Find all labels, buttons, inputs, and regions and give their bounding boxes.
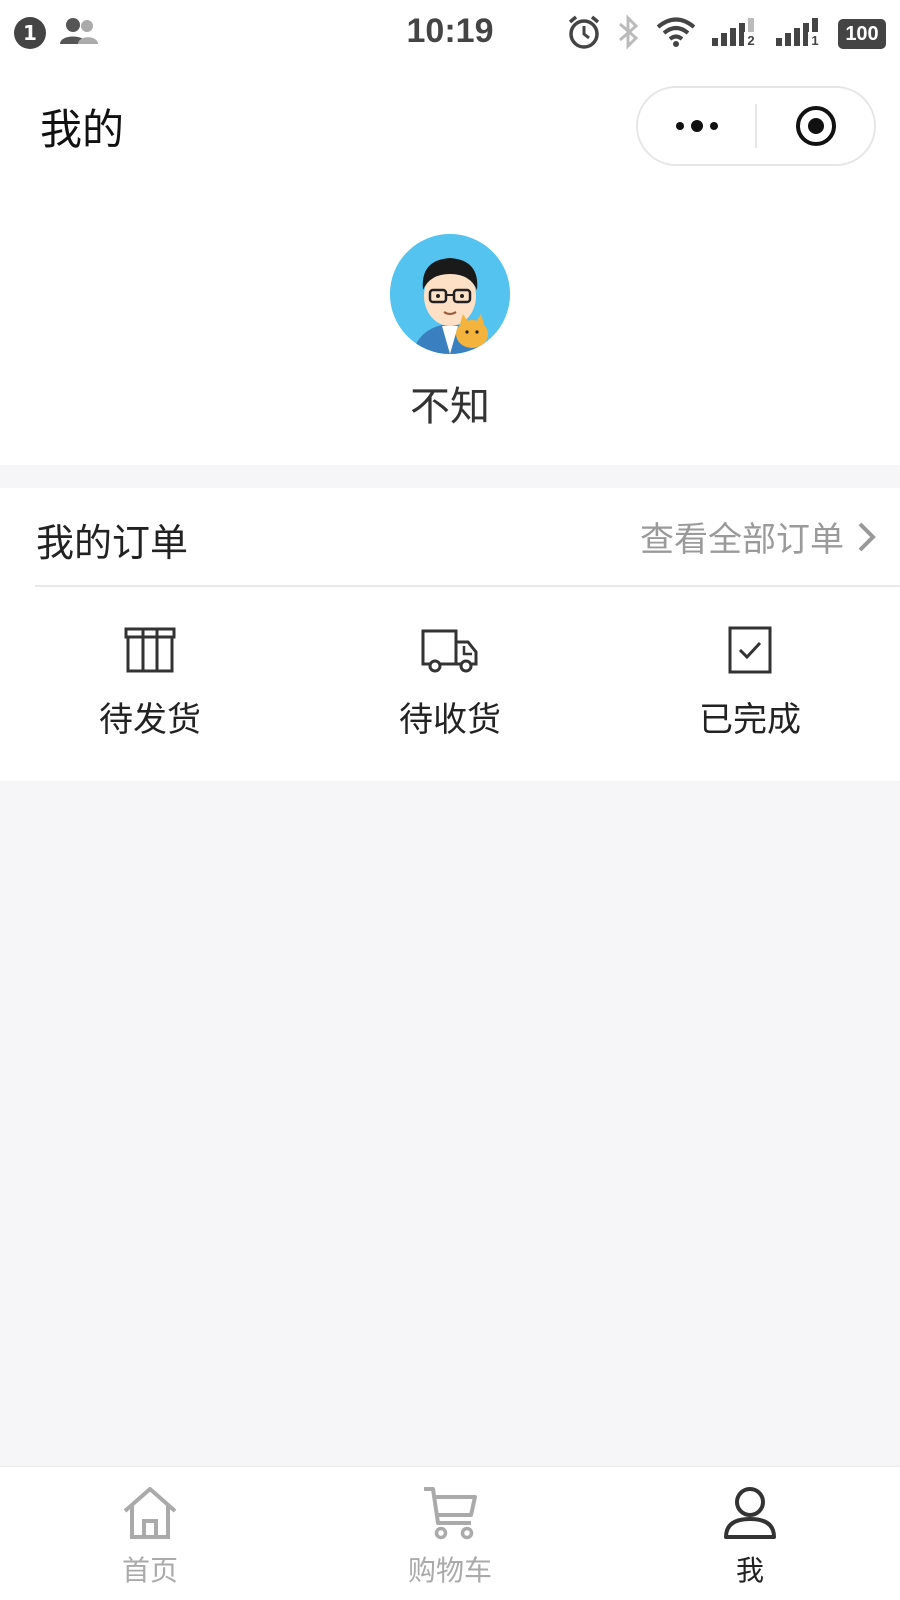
- avatar-cartoon-icon: [390, 234, 510, 354]
- orders-title: 我的订单: [36, 521, 189, 565]
- cart-icon: [421, 1483, 479, 1543]
- order-status-pending-shipment[interactable]: 待发货: [0, 586, 300, 781]
- tab-me[interactable]: 我: [600, 1467, 900, 1600]
- tab-bar: 首页 购物车 我: [0, 1466, 900, 1600]
- home-icon: [121, 1483, 179, 1543]
- orders-card: 我的订单 查看全部订单 待发货 待收货 已完成: [0, 488, 900, 781]
- close-miniprogram-button[interactable]: [757, 88, 874, 164]
- svg-text:1: 1: [811, 33, 818, 48]
- tab-label: 我: [735, 1554, 764, 1587]
- status-bar: 1 10:19 2 1 100: [0, 0, 900, 66]
- tab-home[interactable]: 首页: [0, 1467, 300, 1600]
- screen: 1 10:19 2 1 100 我的 不知 我的订单 查看全部订单 待发货 待收…: [0, 0, 900, 1600]
- box-icon: [123, 620, 177, 680]
- order-status-label: 已完成: [699, 700, 801, 740]
- bluetooth-icon: [616, 14, 642, 54]
- avatar[interactable]: [390, 234, 510, 354]
- status-bar-right: 2 1 100: [566, 14, 886, 54]
- order-status-label: 待发货: [99, 700, 201, 740]
- tab-label: 首页: [121, 1554, 178, 1587]
- view-all-orders-link[interactable]: 查看全部订单: [640, 512, 878, 561]
- more-button[interactable]: [638, 88, 755, 164]
- svg-text:2: 2: [747, 33, 754, 48]
- target-circle-icon: [795, 106, 836, 146]
- order-status-completed[interactable]: 已完成: [600, 586, 900, 781]
- more-dots-icon: [675, 120, 718, 132]
- view-all-orders-label: 查看全部订单: [640, 520, 844, 560]
- order-status-label: 待收货: [399, 700, 501, 740]
- chevron-right-icon: [858, 522, 876, 551]
- tab-label: 购物车: [407, 1554, 492, 1587]
- tab-cart[interactable]: 购物车: [300, 1467, 600, 1600]
- signal-sim2-icon: 2: [710, 16, 760, 52]
- battery-indicator: 100: [838, 19, 886, 49]
- truck-icon: [420, 620, 480, 680]
- profile-section: 不知: [0, 190, 900, 465]
- user-nickname: 不知: [410, 384, 490, 430]
- check-square-icon: [727, 620, 773, 680]
- wifi-icon: [656, 16, 696, 52]
- miniprogram-capsule: [636, 86, 876, 166]
- order-status-row: 待发货 待收货 已完成: [0, 586, 900, 781]
- order-status-pending-receipt[interactable]: 待收货: [300, 586, 600, 781]
- user-icon: [721, 1483, 779, 1543]
- orders-header: 我的订单 查看全部订单: [0, 488, 900, 586]
- page-title: 我的: [40, 105, 125, 154]
- signal-sim1-icon: 1: [774, 16, 824, 52]
- nav-bar: 我的: [0, 66, 900, 190]
- alarm-icon: [566, 14, 602, 54]
